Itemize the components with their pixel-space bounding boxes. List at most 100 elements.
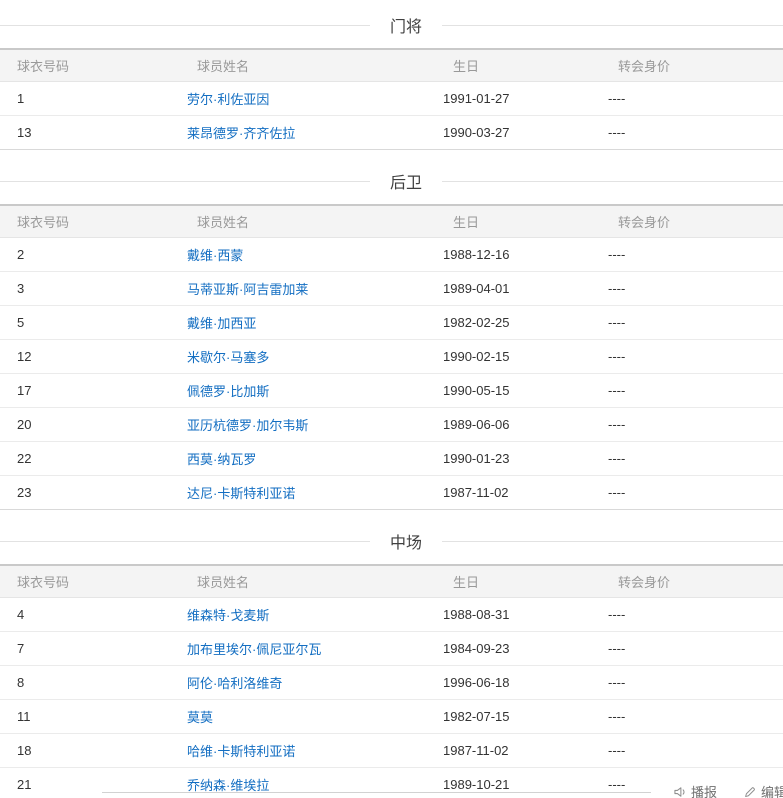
birthday-cell: 1990-01-23 [426,442,591,476]
transfer-value-cell: ---- [591,82,783,116]
player-name-link[interactable]: 劳尔·利佐亚因 [187,92,269,107]
player-name-link[interactable]: 维森特·戈麦斯 [187,608,269,623]
section-title: 后卫 [370,169,442,193]
col-header-birthday: 生日 [426,205,591,238]
player-name-cell: 阿伦·哈利洛维奇 [170,666,426,700]
player-name-cell: 加布里埃尔·佩尼亚尔瓦 [170,632,426,666]
table-row: 4 维森特·戈麦斯 1988-08-31 ---- [0,598,783,632]
player-name-cell: 马蒂亚斯·阿吉雷加莱 [170,272,426,306]
col-header-birthday: 生日 [426,49,591,82]
birthday-cell: 1990-03-27 [426,116,591,150]
col-header-player-name: 球员姓名 [170,49,426,82]
col-header-transfer-value: 转会身价 [591,205,783,238]
table-row: 12 米歇尔·马塞多 1990-02-15 ---- [0,340,783,374]
table-row: 3 马蒂亚斯·阿吉雷加莱 1989-04-01 ---- [0,272,783,306]
birthday-cell: 1982-02-25 [426,306,591,340]
jersey-number-cell: 1 [0,82,170,116]
jersey-number-cell: 20 [0,408,170,442]
player-name-cell: 莱昂德罗·齐齐佐拉 [170,116,426,150]
player-name-link[interactable]: 莫莫 [187,710,213,725]
transfer-value-cell: ---- [591,666,783,700]
roster-page: 门将 球衣号码 球员姓名 生日 转会身价 1 劳尔·利佐亚因 1991-01-2… [0,0,783,798]
midfielders-table: 球衣号码 球员姓名 生日 转会身价 4 维森特·戈麦斯 1988-08-31 -… [0,564,783,798]
divider-line [0,25,370,26]
player-name-link[interactable]: 西莫·纳瓦罗 [187,452,256,467]
jersey-number-cell: 21 [0,768,170,798]
divider-line [0,181,370,182]
jersey-number-cell: 13 [0,116,170,150]
col-header-jersey-number: 球衣号码 [0,49,170,82]
table-row: 5 戴维·加西亚 1982-02-25 ---- [0,306,783,340]
section-header-defenders: 后卫 [0,171,783,191]
col-header-jersey-number: 球衣号码 [0,565,170,598]
table-row: 2 戴维·西蒙 1988-12-16 ---- [0,238,783,272]
birthday-cell: 1987-11-02 [426,734,591,768]
jersey-number-cell: 22 [0,442,170,476]
section-divider-line [102,792,651,793]
transfer-value-cell: ---- [591,408,783,442]
transfer-value-cell: ---- [591,598,783,632]
section-header-goalkeepers: 门将 [0,15,783,35]
player-name-link[interactable]: 米歇尔·马塞多 [187,350,269,365]
player-name-link[interactable]: 哈维·卡斯特利亚诺 [187,744,295,759]
transfer-value-cell: ---- [591,734,783,768]
table-row: 11 莫莫 1982-07-15 ---- [0,700,783,734]
jersey-number-cell: 3 [0,272,170,306]
table-header-row: 球衣号码 球员姓名 生日 转会身价 [0,205,783,238]
player-name-link[interactable]: 莱昂德罗·齐齐佐拉 [187,126,295,141]
transfer-value-cell: ---- [591,238,783,272]
birthday-cell: 1991-01-27 [426,82,591,116]
player-name-link[interactable]: 阿伦·哈利洛维奇 [187,676,282,691]
megaphone-icon [673,785,687,798]
section-actions: 播报 编辑 [673,782,783,798]
birthday-cell: 1989-10-21 [426,768,591,798]
transfer-value-cell: ---- [591,700,783,734]
divider-line [442,25,783,26]
player-name-link[interactable]: 达尼·卡斯特利亚诺 [187,486,295,501]
table-row: 20 亚历杭德罗·加尔韦斯 1989-06-06 ---- [0,408,783,442]
transfer-value-cell: ---- [591,476,783,510]
table-row: 17 佩德罗·比加斯 1990-05-15 ---- [0,374,783,408]
col-header-birthday: 生日 [426,565,591,598]
player-name-link[interactable]: 戴维·加西亚 [187,316,256,331]
section-title: 门将 [370,13,442,37]
player-name-cell: 劳尔·利佐亚因 [170,82,426,116]
pencil-icon [743,785,757,798]
col-header-player-name: 球员姓名 [170,205,426,238]
table-row: 8 阿伦·哈利洛维奇 1996-06-18 ---- [0,666,783,700]
edit-button[interactable]: 编辑 [743,782,783,798]
table-row: 22 西莫·纳瓦罗 1990-01-23 ---- [0,442,783,476]
table-row: 13 莱昂德罗·齐齐佐拉 1990-03-27 ---- [0,116,783,150]
player-name-link[interactable]: 亚历杭德罗·加尔韦斯 [187,418,308,433]
col-header-player-name: 球员姓名 [170,565,426,598]
col-header-transfer-value: 转会身价 [591,565,783,598]
player-name-link[interactable]: 戴维·西蒙 [187,248,243,263]
transfer-value-cell: ---- [591,306,783,340]
table-header-row: 球衣号码 球员姓名 生日 转会身价 [0,49,783,82]
broadcast-label: 播报 [691,782,717,798]
jersey-number-cell: 4 [0,598,170,632]
transfer-value-cell: ---- [591,442,783,476]
birthday-cell: 1988-08-31 [426,598,591,632]
jersey-number-cell: 5 [0,306,170,340]
player-name-cell: 米歇尔·马塞多 [170,340,426,374]
table-row: 23 达尼·卡斯特利亚诺 1987-11-02 ---- [0,476,783,510]
birthday-cell: 1982-07-15 [426,700,591,734]
broadcast-button[interactable]: 播报 [673,782,717,798]
table-row: 1 劳尔·利佐亚因 1991-01-27 ---- [0,82,783,116]
player-name-link[interactable]: 马蒂亚斯·阿吉雷加莱 [187,282,308,297]
player-name-cell: 西莫·纳瓦罗 [170,442,426,476]
transfer-value-cell: ---- [591,632,783,666]
player-name-cell: 戴维·加西亚 [170,306,426,340]
birthday-cell: 1989-06-06 [426,408,591,442]
table-row: 7 加布里埃尔·佩尼亚尔瓦 1984-09-23 ---- [0,632,783,666]
jersey-number-cell: 18 [0,734,170,768]
player-name-link[interactable]: 加布里埃尔·佩尼亚尔瓦 [187,642,321,657]
player-name-link[interactable]: 佩德罗·比加斯 [187,384,269,399]
birthday-cell: 1987-11-02 [426,476,591,510]
jersey-number-cell: 8 [0,666,170,700]
player-name-link[interactable]: 乔纳森·维埃拉 [187,778,269,793]
jersey-number-cell: 7 [0,632,170,666]
section-header-midfielders: 中场 [0,531,783,551]
birthday-cell: 1988-12-16 [426,238,591,272]
